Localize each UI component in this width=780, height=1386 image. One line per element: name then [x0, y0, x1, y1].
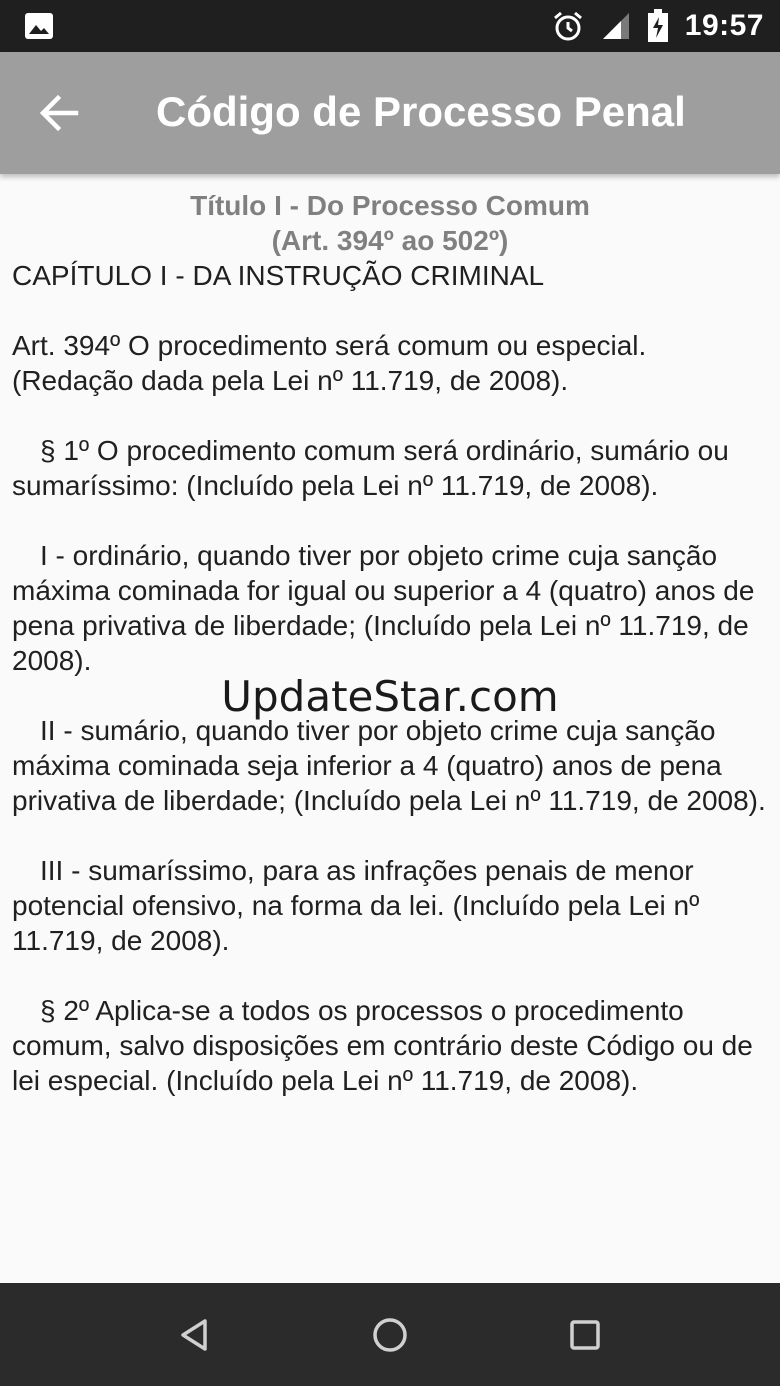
arrow-left-icon[interactable] [36, 90, 82, 136]
title-heading: Título I - Do Processo Comum (Art. 394º … [12, 188, 772, 258]
article-paragraph: § 1º O procedimento comum será ordinário… [12, 435, 729, 501]
signal-icon [602, 13, 629, 39]
article-paragraph: II - sumário, quando tiver por objeto cr… [12, 715, 766, 816]
recents-square-icon[interactable] [563, 1313, 607, 1357]
article-paragraph: III - sumaríssimo, para as infrações pen… [12, 855, 700, 956]
navigation-bar [0, 1283, 780, 1386]
clock-time: 19:57 [684, 9, 764, 42]
article-paragraph: I - ordinário, quando tiver por objeto c… [12, 540, 755, 676]
status-bar: 19:57 [0, 0, 780, 52]
article-paragraph: § 2º Aplica-se a todos os processos o pr… [12, 995, 753, 1096]
heading-line-2: (Art. 394º ao 502º) [271, 225, 509, 256]
page-title: Código de Processo Penal [156, 88, 686, 135]
alarm-icon [553, 11, 582, 41]
home-circle-icon[interactable] [368, 1313, 412, 1357]
back-triangle-icon[interactable] [173, 1313, 217, 1357]
app-bar: Código de Processo Penal [0, 52, 780, 174]
chapter-heading: CAPÍTULO I - DA INSTRUÇÃO CRIMINAL [12, 260, 545, 291]
battery-icon [647, 9, 668, 42]
article-paragraph: Art. 394º O procedimento será comum ou e… [12, 330, 647, 396]
law-text-content[interactable]: Título I - Do Processo Comum (Art. 394º … [12, 188, 772, 1166]
heading-line-1: Título I - Do Processo Comum [190, 190, 590, 221]
image-icon [25, 13, 53, 39]
